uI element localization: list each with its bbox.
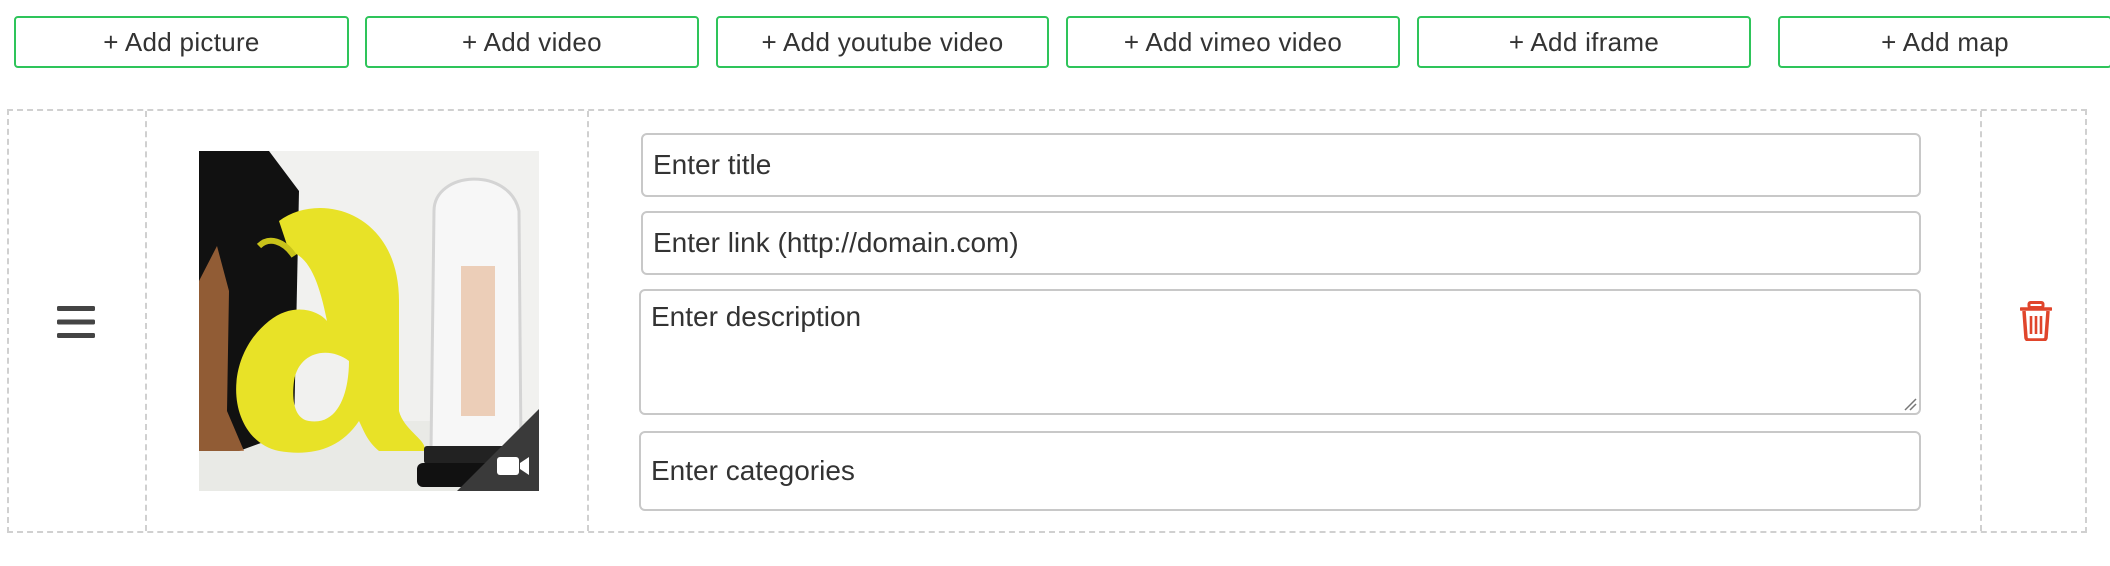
add-youtube-video-button[interactable]: + Add youtube video bbox=[716, 16, 1049, 68]
hamburger-menu-icon[interactable] bbox=[57, 305, 95, 339]
media-preview-cell bbox=[147, 111, 589, 531]
media-fields-cell bbox=[589, 111, 1980, 531]
add-iframe-button[interactable]: + Add iframe bbox=[1417, 16, 1751, 68]
delete-cell bbox=[1980, 111, 2085, 531]
add-video-button[interactable]: + Add video bbox=[365, 16, 699, 68]
add-vimeo-video-button[interactable]: + Add vimeo video bbox=[1066, 16, 1400, 68]
categories-input[interactable] bbox=[639, 431, 1921, 511]
add-picture-button[interactable]: + Add picture bbox=[14, 16, 349, 68]
description-textarea[interactable] bbox=[639, 289, 1921, 415]
drag-handle-cell[interactable] bbox=[9, 111, 147, 531]
video-camera-icon bbox=[457, 409, 539, 491]
add-media-toolbar: + Add picture + Add video + Add youtube … bbox=[0, 0, 2110, 80]
add-map-button[interactable]: + Add map bbox=[1778, 16, 2110, 68]
title-input[interactable] bbox=[641, 133, 1921, 197]
link-input[interactable] bbox=[641, 211, 1921, 275]
media-item-row bbox=[7, 109, 2087, 533]
trash-icon[interactable] bbox=[2020, 301, 2052, 341]
resize-grip-icon[interactable] bbox=[1903, 397, 1917, 411]
media-thumbnail[interactable] bbox=[199, 151, 539, 491]
